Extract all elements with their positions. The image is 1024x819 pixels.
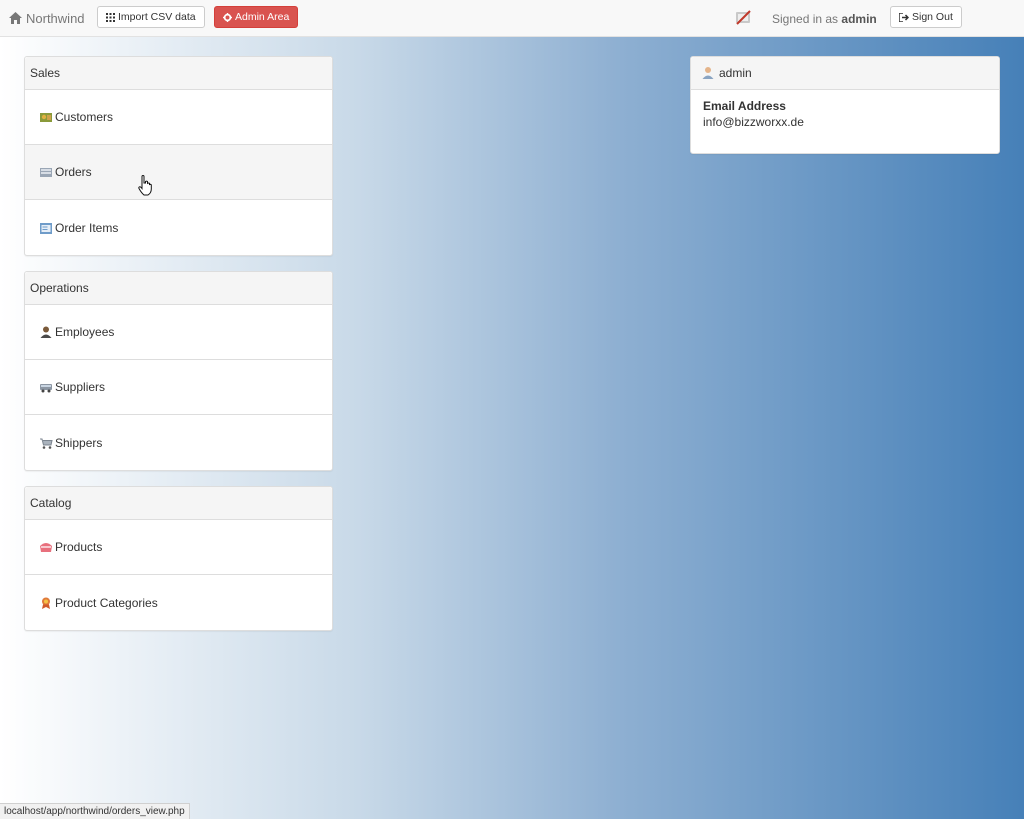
products-icon (40, 543, 52, 552)
browser-status-bar: localhost/app/northwind/orders_view.php (0, 803, 190, 819)
sales-panel: Sales Customers Orders Order Items (24, 56, 333, 256)
suppliers-icon (40, 384, 52, 393)
grid-icon (106, 12, 115, 22)
shippers-icon (40, 438, 53, 449)
email-label: Email Address (703, 99, 786, 113)
user-panel: admin Email Address info@bizzworxx.de (690, 56, 1000, 154)
signed-in-text: Signed in as admin (772, 12, 877, 26)
order-items-icon (40, 222, 52, 234)
gear-icon (223, 12, 232, 22)
signed-in-username[interactable]: admin (841, 12, 876, 26)
brand-link[interactable]: Northwind (9, 10, 85, 26)
employees-icon (40, 326, 52, 338)
catalog-panel: Catalog Products Product Categories (24, 486, 333, 631)
sign-out-icon (899, 12, 909, 22)
user-panel-body: Email Address info@bizzworxx.de (691, 90, 999, 138)
nav-item-employees[interactable]: Employees (25, 305, 332, 360)
operations-panel: Operations Employees Suppliers Shippers (24, 271, 333, 471)
nav-item-suppliers[interactable]: Suppliers (25, 360, 332, 415)
top-navbar: Northwind Import CSV data Admin Area Sig… (0, 0, 1024, 37)
import-csv-label: Import CSV data (118, 11, 196, 23)
sign-out-label: Sign Out (912, 11, 953, 23)
sales-heading: Sales (25, 57, 332, 90)
catalog-heading: Catalog (25, 487, 332, 520)
customers-icon (40, 113, 52, 122)
admin-area-button[interactable]: Admin Area (214, 6, 299, 28)
brand-label: Northwind (26, 10, 85, 26)
import-csv-button[interactable]: Import CSV data (97, 6, 205, 28)
home-icon (9, 12, 22, 24)
nav-item-customers[interactable]: Customers (25, 90, 332, 145)
admin-area-label: Admin Area (235, 11, 290, 23)
nav-item-shippers[interactable]: Shippers (25, 415, 332, 470)
sign-out-button[interactable]: Sign Out (890, 6, 962, 28)
nav-item-product-categories[interactable]: Product Categories (25, 575, 332, 630)
notifications-off-icon[interactable] (735, 10, 752, 25)
email-value: info@bizzworxx.de (703, 115, 804, 129)
nav-item-order-items[interactable]: Order Items (25, 200, 332, 255)
user-panel-heading: admin (691, 57, 999, 90)
user-icon (702, 67, 714, 79)
orders-icon (40, 168, 52, 177)
hand-cursor-icon (138, 175, 152, 196)
product-categories-icon (42, 597, 50, 609)
nav-item-products[interactable]: Products (25, 520, 332, 575)
operations-heading: Operations (25, 272, 332, 305)
user-panel-name: admin (719, 66, 752, 80)
nav-item-orders[interactable]: Orders (25, 145, 332, 200)
